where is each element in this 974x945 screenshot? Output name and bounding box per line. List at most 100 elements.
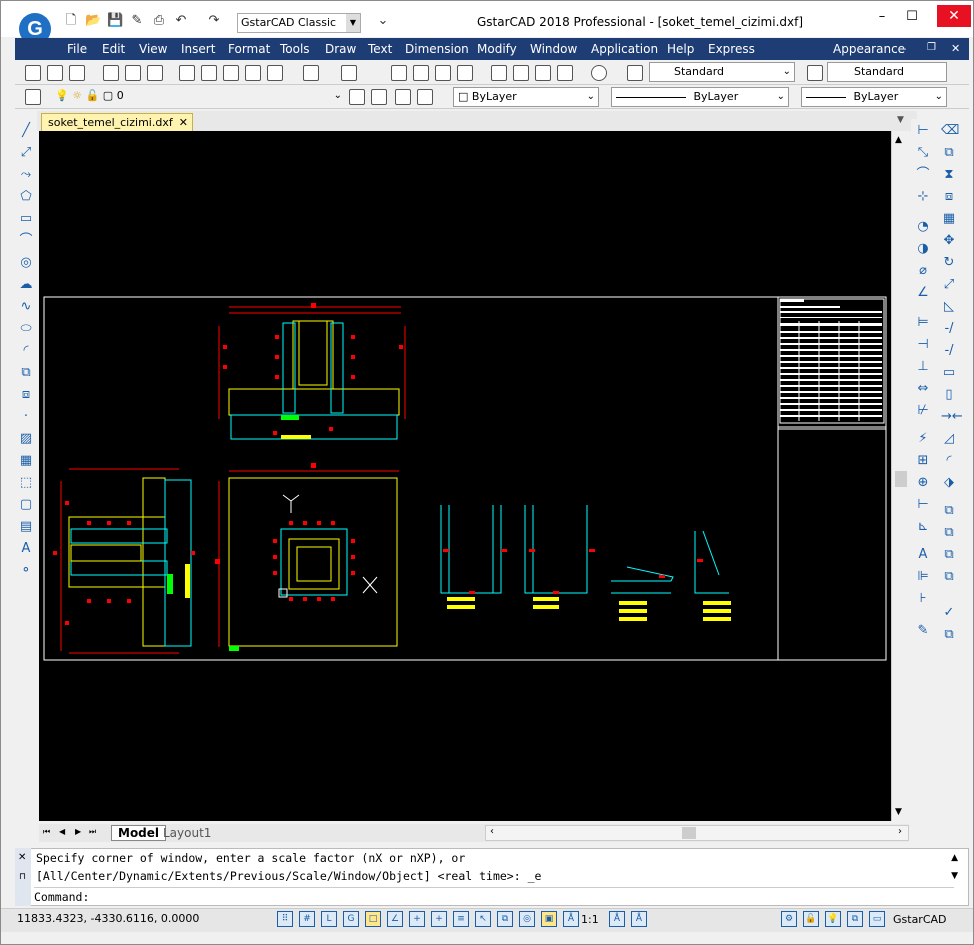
pin-icon[interactable]: ⊓	[19, 872, 26, 882]
h-scroll-thumb[interactable]	[682, 827, 696, 839]
cut-icon[interactable]	[179, 65, 195, 81]
baseline-dim-icon[interactable]: ⊣	[915, 337, 931, 353]
scroll-right-icon[interactable]: ›	[898, 826, 902, 837]
wipeout-icon[interactable]: ▢	[18, 497, 34, 513]
menu-file[interactable]: File	[67, 42, 87, 56]
print-icon[interactable]	[103, 65, 119, 81]
redo-icon[interactable]: ↷	[206, 13, 222, 29]
rectangle-icon[interactable]: ▭	[18, 211, 34, 227]
copy-icon[interactable]	[201, 65, 217, 81]
array-icon[interactable]: ▦	[941, 211, 957, 227]
tab-document[interactable]: soket_temel_cizimi.dxf ✕	[41, 113, 193, 132]
save-icon[interactable]: 💾	[107, 13, 123, 29]
menu-dimension[interactable]: Dimension	[405, 42, 469, 56]
doc-close-icon[interactable]: ✕	[951, 42, 960, 55]
ellipse-icon[interactable]: ⬭	[18, 321, 34, 337]
isolate-objects-icon[interactable]: 💡	[825, 911, 841, 927]
dim-text-edit-icon[interactable]: A	[915, 547, 931, 563]
layer-states-icon[interactable]	[395, 89, 411, 105]
scroll-up-icon[interactable]: ▲	[895, 135, 902, 145]
transparency-icon[interactable]: ↖	[475, 911, 491, 927]
last-tab-icon[interactable]: ⏭	[89, 827, 96, 837]
auto-scale-icon[interactable]: Å	[609, 911, 625, 927]
selection-cycling-icon[interactable]: ⧉	[497, 911, 513, 927]
osnap-icon[interactable]: □	[365, 911, 381, 927]
vertical-scrollbar[interactable]: ▲ ▼	[891, 131, 909, 821]
make-block-icon[interactable]: ⧈	[18, 387, 34, 403]
menu-help[interactable]: Help	[667, 42, 694, 56]
insert-block-icon[interactable]: ⧉	[18, 365, 34, 381]
match-properties-icon[interactable]	[245, 65, 261, 81]
horizontal-scrollbar[interactable]: ‹ ›	[485, 825, 909, 841]
ellipse-arc-icon[interactable]: ◜	[18, 343, 34, 359]
gradient-icon[interactable]: ▦	[18, 453, 34, 469]
color-select[interactable]: □ ByLayer ⌄	[453, 87, 599, 107]
customize-quick-access-icon[interactable]: ⌄	[375, 13, 391, 29]
aligned-dim-icon[interactable]: ⤡	[915, 145, 931, 161]
scroll-down-icon[interactable]: ▼	[895, 807, 902, 817]
ducs-icon[interactable]: +	[409, 911, 425, 927]
doc-minimize-icon[interactable]: –	[901, 42, 907, 55]
print-icon[interactable]: ⎙	[151, 13, 167, 29]
dim-style-select[interactable]: Standard	[827, 62, 947, 82]
layer-match-icon[interactable]	[417, 89, 433, 105]
open-icon[interactable]	[47, 65, 63, 81]
layer-select[interactable]: 💡 ☼ 🔓 ▢ 0 ⌄	[51, 87, 345, 107]
offset-icon[interactable]: ⧈	[941, 189, 957, 205]
cmd-scroll-down-icon[interactable]: ▼	[951, 871, 958, 881]
menu-text[interactable]: Text	[368, 42, 392, 56]
undo-icon[interactable]	[303, 65, 319, 81]
zoom-realtime-icon[interactable]	[413, 65, 429, 81]
minimize-button[interactable]: –	[867, 7, 897, 27]
region-icon[interactable]: ⬚	[18, 475, 34, 491]
jogged-linear-icon[interactable]: ⊢	[915, 497, 931, 513]
join-icon[interactable]: →←	[941, 409, 963, 425]
break-at-point-icon[interactable]: ▭	[941, 365, 957, 381]
dim-edit-icon[interactable]: ⊾	[915, 519, 931, 535]
spell-check-icon[interactable]: ✓	[941, 605, 957, 621]
quick-dim-icon[interactable]: ⊨	[915, 315, 931, 331]
pan-icon[interactable]	[391, 65, 407, 81]
extend-icon[interactable]: -/	[941, 343, 957, 359]
trim-icon[interactable]: -/	[941, 321, 957, 337]
command-input[interactable]: Command:	[34, 887, 954, 905]
rotate-icon[interactable]: ↻	[941, 255, 957, 271]
new-file-icon[interactable]: 🗋	[63, 13, 79, 29]
close-button[interactable]: ✕	[937, 5, 971, 27]
design-center-icon[interactable]	[513, 65, 529, 81]
scroll-thumb[interactable]	[895, 471, 907, 487]
radius-dim-icon[interactable]: ◔	[915, 219, 931, 235]
line-icon[interactable]: ╱	[18, 123, 34, 139]
make-current-layer-icon[interactable]	[349, 89, 365, 105]
ray-icon[interactable]: ⤢	[18, 145, 34, 161]
block-editor-icon[interactable]	[267, 65, 283, 81]
menu-application[interactable]: Application	[591, 42, 658, 56]
scroll-left-icon[interactable]: ‹	[490, 826, 494, 837]
lineweight-icon[interactable]: ≡	[453, 911, 469, 927]
hardware-acceleration-icon[interactable]: ⧉	[847, 911, 863, 927]
add-selected-icon[interactable]: ⚬	[18, 563, 34, 579]
snap-icon[interactable]: ⠿	[277, 911, 293, 927]
text-style-icon[interactable]	[627, 65, 643, 81]
properties-icon[interactable]	[491, 65, 507, 81]
menu-draw[interactable]: Draw	[325, 42, 356, 56]
send-back-icon[interactable]: ⧉	[941, 547, 957, 563]
menu-express[interactable]: Express	[708, 42, 755, 56]
new-icon[interactable]	[25, 65, 41, 81]
menu-view[interactable]: View	[139, 42, 167, 56]
redo-icon[interactable]	[341, 65, 357, 81]
scale-icon[interactable]: ⤢	[941, 277, 957, 293]
open-folder-icon[interactable]: 📂	[85, 13, 101, 29]
annotation-visibility-icon[interactable]: Å	[563, 911, 579, 927]
layer-previous-icon[interactable]	[371, 89, 387, 105]
inspection-icon[interactable]: ⊕	[915, 475, 931, 491]
tab-model[interactable]: Model	[111, 825, 167, 841]
explode-icon[interactable]: ⬗	[941, 475, 957, 491]
circle-icon[interactable]: ◎	[18, 255, 34, 271]
continue-dim-icon[interactable]: ⊥	[915, 359, 931, 375]
linetype-select[interactable]: ByLayer ⌄	[611, 87, 789, 107]
tab-layout1[interactable]: Layout1	[163, 826, 211, 840]
dim-style-icon[interactable]: ⊦	[915, 591, 931, 607]
first-tab-icon[interactable]: ⏮	[43, 827, 50, 837]
center-mark-icon[interactable]: ⊞	[915, 453, 931, 469]
